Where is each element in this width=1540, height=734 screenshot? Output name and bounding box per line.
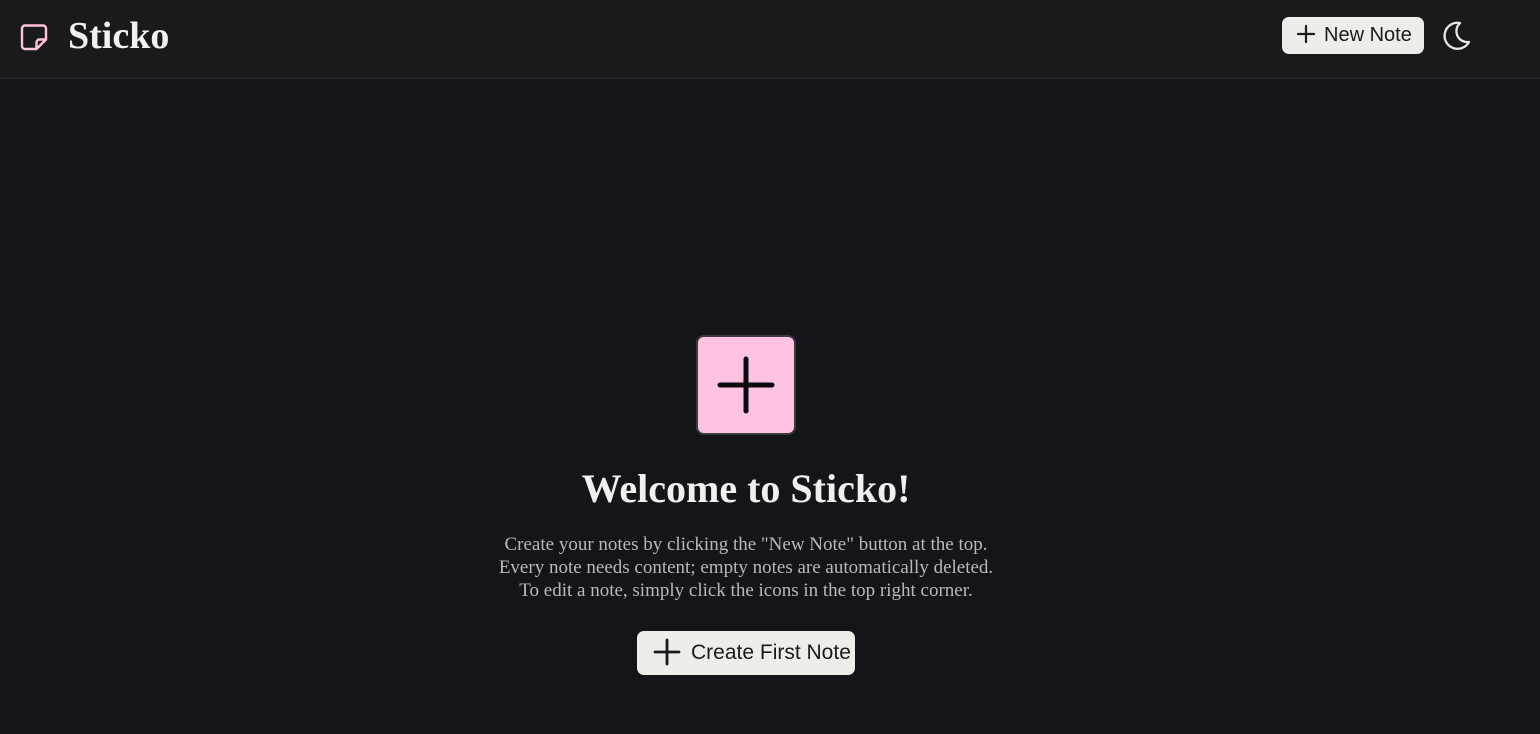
app-title: Sticko [68, 15, 170, 57]
welcome-description: Create your notes by clicking the "New N… [0, 533, 1492, 602]
moon-icon[interactable] [1438, 18, 1474, 54]
description-line: To edit a note, simply click the icons i… [519, 580, 973, 601]
welcome-title: Welcome to Sticko! [581, 466, 911, 511]
new-note-button[interactable]: New Note [1282, 17, 1424, 54]
app-header: Sticko New Note [0, 0, 1540, 79]
hero-add-tile [696, 335, 796, 435]
create-first-note-label: Create First Note [691, 641, 851, 664]
sticky-note-icon [19, 22, 49, 52]
create-first-note-button[interactable]: Create First Note [637, 631, 855, 675]
description-line: Every note needs content; empty notes ar… [498, 557, 994, 578]
description-line: Create your notes by clicking the "New N… [504, 534, 988, 555]
new-note-label: New Note [1324, 24, 1412, 46]
plus-icon [653, 638, 681, 669]
plus-icon [1296, 24, 1316, 47]
